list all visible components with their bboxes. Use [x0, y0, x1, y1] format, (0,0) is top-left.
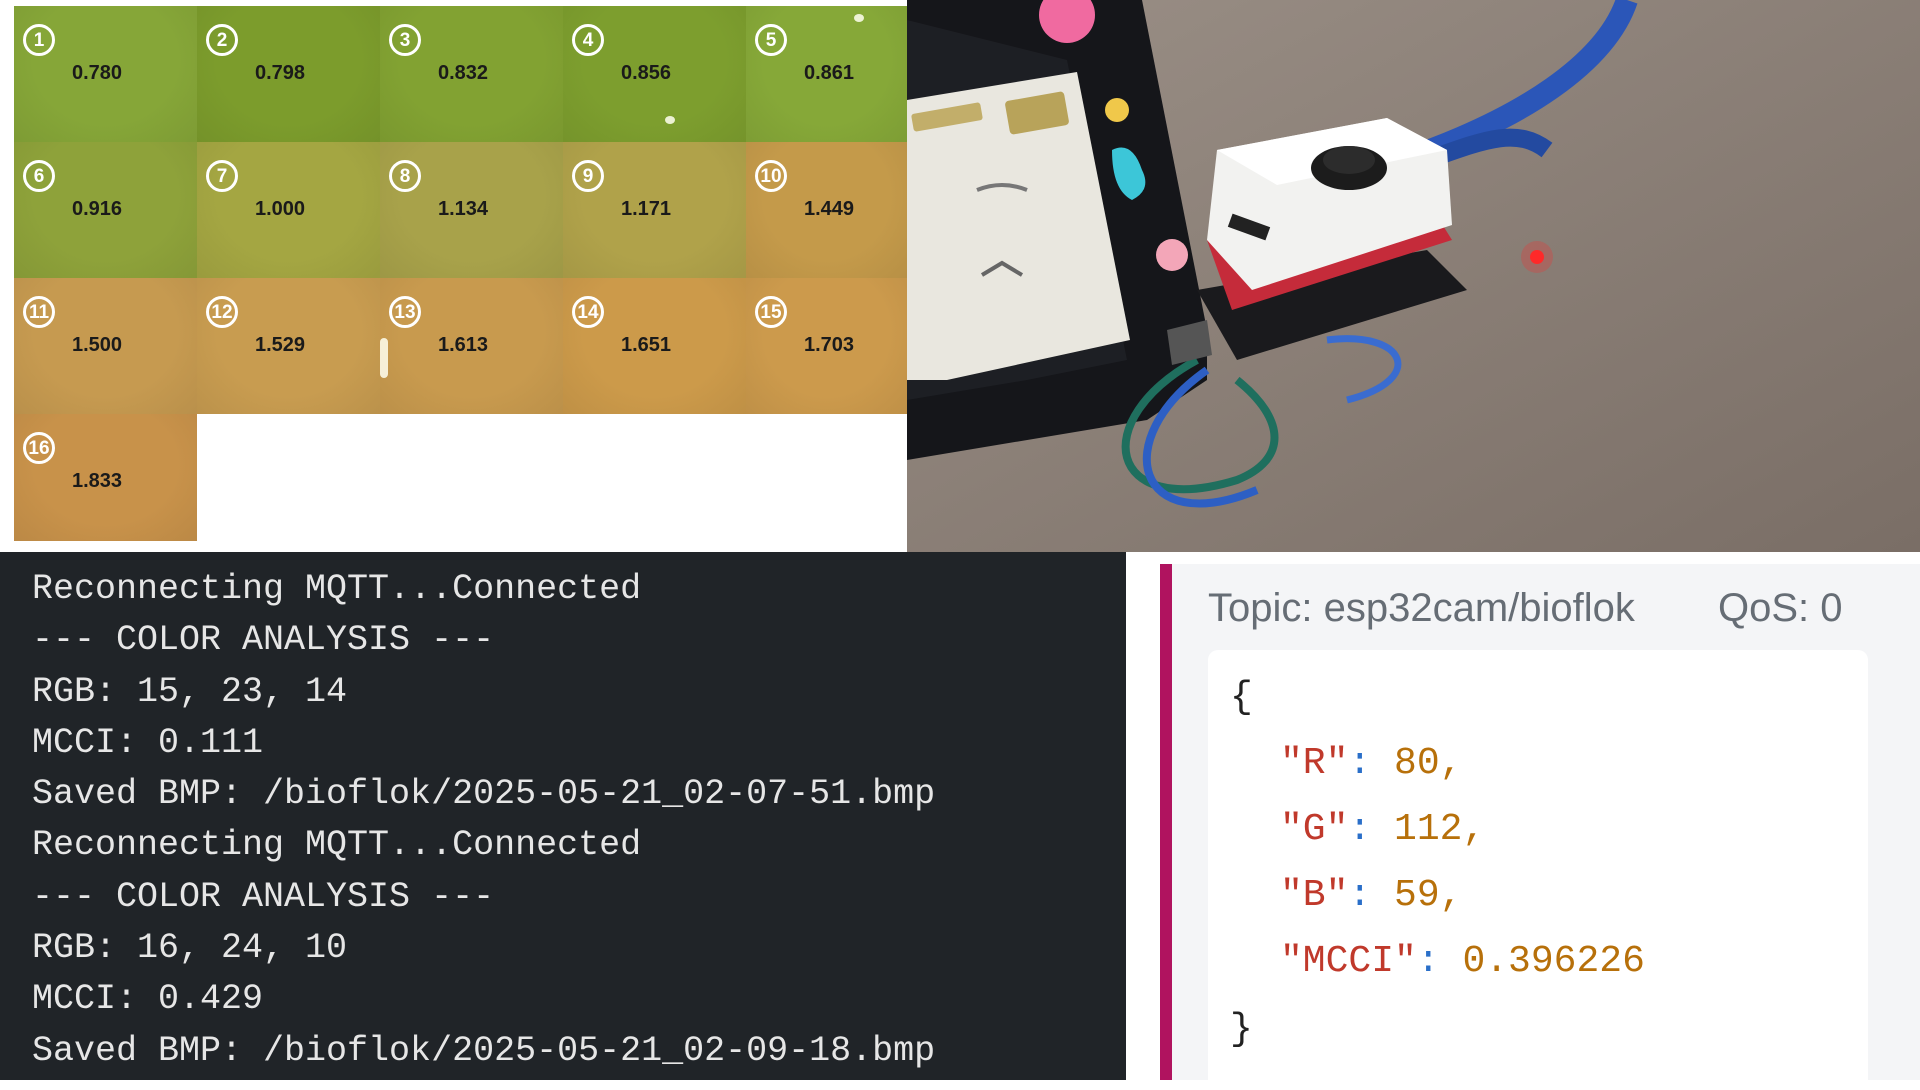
serial-monitor: Reconnecting MQTT...Connected --- COLOR … — [0, 552, 1126, 1080]
tile-number: 1 — [23, 24, 55, 56]
tile-value: 1.703 — [804, 334, 855, 356]
tile-number: 10 — [755, 160, 787, 192]
json-payload: { "R": 80, "G": 112, "B": 59, "MCCI": 0.… — [1208, 650, 1868, 1090]
json-value: 80, — [1394, 742, 1463, 785]
sample-tile-3: 3 0.832 — [380, 6, 563, 142]
tile-value: 1.000 — [255, 198, 306, 220]
sample-tile-1: 1 0.780 — [14, 6, 197, 142]
log-line: --- COLOR ANALYSIS --- — [32, 876, 495, 917]
sample-tile-7: 7 1.000 — [197, 142, 380, 278]
tile-number: 12 — [206, 296, 238, 328]
log-line: RGB: 16, 24, 10 — [32, 928, 348, 969]
tile-number: 13 — [389, 296, 421, 328]
sample-tile-13: 13 1.613 — [380, 278, 563, 414]
tile-value: 0.861 — [804, 62, 855, 84]
log-line: Reconnecting MQTT...Connected — [32, 825, 642, 866]
log-line: Saved BMP: /bioflok/2025-05-21_02-07-51.… — [32, 774, 936, 815]
tile-value: 0.856 — [621, 62, 672, 84]
esp32-cam-photo — [907, 0, 1920, 552]
sample-tile-11: 11 1.500 — [14, 278, 197, 414]
sample-tile-16: 16 1.833 — [14, 414, 197, 541]
tile-value: 1.134 — [438, 198, 489, 220]
sample-tile-8: 8 1.134 — [380, 142, 563, 278]
json-colon: : — [1348, 808, 1395, 851]
sample-tile-4: 4 0.856 — [563, 6, 746, 142]
json-key: "B" — [1280, 874, 1349, 917]
tile-number: 14 — [572, 296, 604, 328]
mqtt-message-card[interactable]: Topic: esp32cam/bioflok QoS: 0 { "R": 80… — [1160, 564, 1920, 1090]
mqtt-message-panel: Topic: esp32cam/bioflok QoS: 0 { "R": 80… — [1126, 552, 1920, 1090]
sample-grid-panel: 1 0.780 2 0.798 3 0.832 4 0.856 5 0.861 … — [0, 0, 907, 552]
log-line: --- COLOR ANALYSIS --- — [32, 620, 495, 661]
json-key: "G" — [1280, 808, 1349, 851]
tile-value: 1.171 — [621, 198, 672, 220]
tile-value: 1.613 — [438, 334, 489, 356]
sample-tile-9: 9 1.171 — [563, 142, 746, 278]
sample-grid: 1 0.780 2 0.798 3 0.832 4 0.856 5 0.861 … — [14, 6, 907, 541]
mqtt-qos: QoS: 0 — [1718, 586, 1843, 630]
device-photo — [907, 0, 1920, 552]
tile-number: 4 — [572, 24, 604, 56]
json-key: "MCCI" — [1280, 940, 1417, 983]
tile-number: 9 — [572, 160, 604, 192]
json-open-brace: { — [1230, 676, 1253, 719]
sample-tile-6: 6 0.916 — [14, 142, 197, 278]
json-value: 112, — [1394, 808, 1486, 851]
mqtt-topic: Topic: esp32cam/bioflok — [1208, 586, 1635, 630]
tile-number: 5 — [755, 24, 787, 56]
tile-value: 1.651 — [621, 334, 672, 356]
log-line: Reconnecting MQTT...Connected — [32, 569, 642, 609]
json-colon: : — [1348, 742, 1395, 785]
tile-value: 1.529 — [255, 334, 306, 356]
sample-tile-14: 14 1.651 — [563, 278, 746, 414]
json-field-b: "B": 59, — [1280, 874, 1462, 917]
tile-number: 15 — [755, 296, 787, 328]
tile-number: 8 — [389, 160, 421, 192]
tile-number: 16 — [23, 432, 55, 464]
sample-tile-15: 15 1.703 — [746, 278, 907, 414]
tile-number: 6 — [23, 160, 55, 192]
json-value: 0.396226 — [1462, 940, 1645, 983]
tile-value: 0.832 — [438, 62, 489, 84]
tile-value: 0.798 — [255, 62, 306, 84]
json-field-r: "R": 80, — [1280, 742, 1462, 785]
tile-value: 1.833 — [72, 470, 123, 492]
sample-tile-10: 10 1.449 — [746, 142, 907, 278]
json-colon: : — [1416, 940, 1463, 983]
tile-number: 3 — [389, 24, 421, 56]
sample-tile-5: 5 0.861 — [746, 6, 907, 142]
tile-value: 0.916 — [72, 198, 123, 220]
sample-tile-12: 12 1.529 — [197, 278, 380, 414]
particle-speck — [665, 116, 675, 124]
tile-value: 1.500 — [72, 334, 123, 356]
log-line: RGB: 15, 23, 14 — [32, 671, 348, 712]
log-line: MCCI: 0.111 — [32, 722, 264, 763]
log-line: MCCI: 0.429 — [32, 979, 264, 1020]
tile-value: 0.780 — [72, 62, 123, 84]
json-field-g: "G": 112, — [1280, 808, 1485, 851]
json-close-brace: } — [1230, 1008, 1253, 1051]
json-colon: : — [1348, 874, 1395, 917]
particle-speck — [380, 338, 388, 378]
sticker-pig — [1156, 239, 1188, 271]
log-line: Saved BMP: /bioflok/2025-05-21_02-09-18.… — [32, 1030, 936, 1071]
camera-lens-top — [1323, 146, 1375, 174]
particle-speck — [854, 14, 864, 22]
led-glow — [1521, 241, 1553, 273]
sample-tile-2: 2 0.798 — [197, 6, 380, 142]
tile-value: 1.449 — [804, 198, 855, 220]
json-key: "R" — [1280, 742, 1349, 785]
json-value: 59, — [1394, 874, 1463, 917]
json-field-mcci: "MCCI": 0.396226 — [1280, 940, 1645, 983]
tile-number: 11 — [23, 296, 55, 328]
sticker-yellow — [1105, 98, 1129, 122]
tile-number: 2 — [206, 24, 238, 56]
tile-number: 7 — [206, 160, 238, 192]
